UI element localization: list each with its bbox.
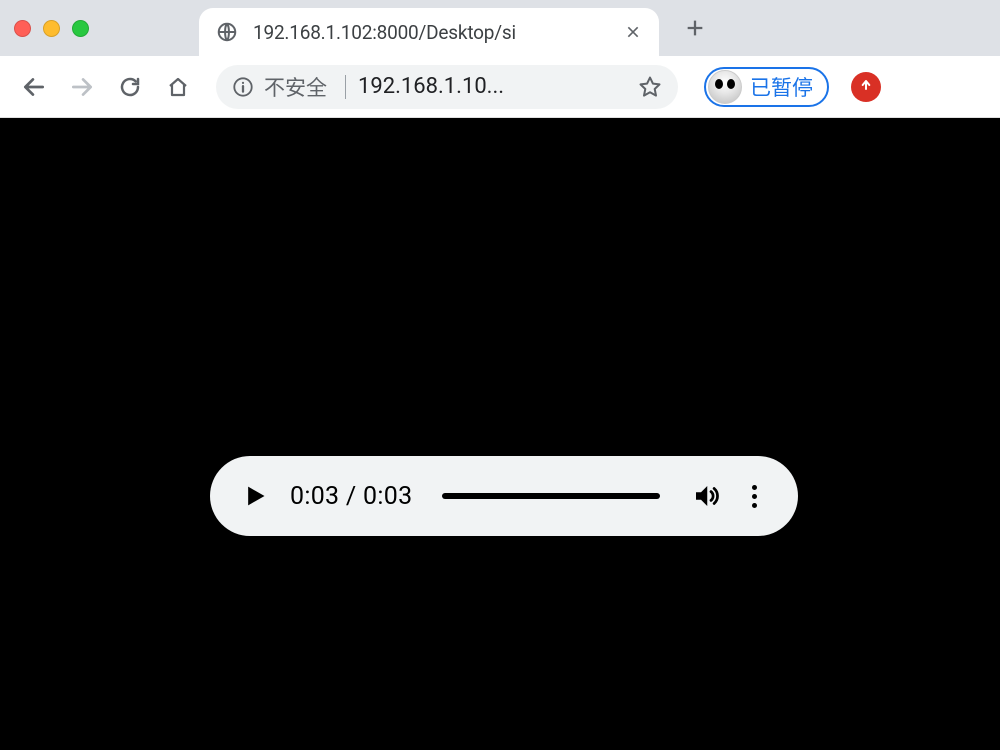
insecure-label: 不安全 xyxy=(264,72,327,102)
tab-bar: 192.168.1.102:8000/Desktop/si xyxy=(0,0,1000,56)
time-separator: / xyxy=(339,482,363,511)
extension-button[interactable] xyxy=(851,72,881,102)
progress-bar[interactable] xyxy=(442,493,660,499)
new-tab-button[interactable] xyxy=(679,12,711,44)
profile-button[interactable]: 已暂停 xyxy=(704,67,829,107)
globe-icon xyxy=(215,20,239,44)
toolbar: 不安全 192.168.1.10... 已暂停 xyxy=(0,56,1000,118)
bookmark-star-icon[interactable] xyxy=(638,75,662,99)
browser-tab[interactable]: 192.168.1.102:8000/Desktop/si xyxy=(199,8,659,56)
site-info-icon[interactable] xyxy=(232,76,254,98)
duration: 0:03 xyxy=(363,482,412,511)
minimize-window-button[interactable] xyxy=(43,20,60,37)
back-button[interactable] xyxy=(14,67,54,107)
reload-button[interactable] xyxy=(110,67,150,107)
tab-title: 192.168.1.102:8000/Desktop/si xyxy=(253,21,611,44)
media-player: 0:03 / 0:03 xyxy=(210,456,798,536)
address-bar[interactable]: 不安全 192.168.1.10... xyxy=(216,65,678,109)
close-tab-icon[interactable] xyxy=(623,22,643,42)
close-window-button[interactable] xyxy=(14,20,31,37)
profile-status-label: 已暂停 xyxy=(750,72,813,102)
play-button[interactable] xyxy=(238,480,270,512)
omnibox-separator xyxy=(345,75,346,99)
forward-button[interactable] xyxy=(62,67,102,107)
home-button[interactable] xyxy=(158,67,198,107)
url-text: 192.168.1.10... xyxy=(358,74,626,99)
maximize-window-button[interactable] xyxy=(72,20,89,37)
page-content: 0:03 / 0:03 xyxy=(0,118,1000,750)
time-display: 0:03 / 0:03 xyxy=(290,482,412,511)
avatar-icon xyxy=(708,70,742,104)
window-controls xyxy=(14,20,89,37)
volume-button[interactable] xyxy=(690,480,722,512)
current-time: 0:03 xyxy=(290,482,339,511)
more-options-button[interactable] xyxy=(738,480,770,512)
kebab-icon xyxy=(752,485,757,508)
